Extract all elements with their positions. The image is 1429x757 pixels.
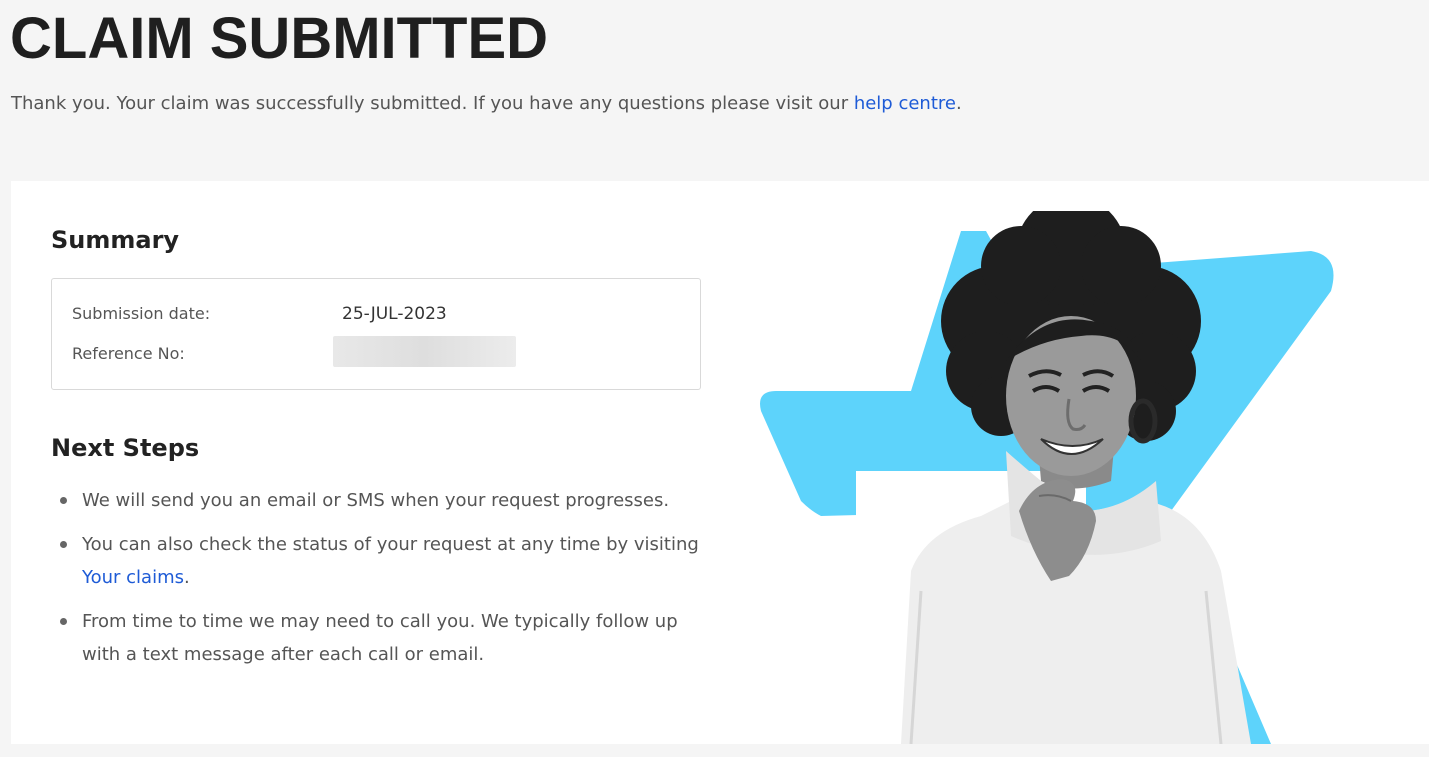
claim-card: Summary Submission date: 25-JUL-2023 Ref… xyxy=(11,181,1429,744)
list-item: We will send you an email or SMS when yo… xyxy=(51,484,711,517)
bullet-dot-icon xyxy=(60,541,67,548)
intro-end: . xyxy=(955,93,962,114)
reference-value-redacted xyxy=(333,336,516,367)
list-item: You can also check the status of your re… xyxy=(51,528,711,594)
submission-date-value: 25-JUL-2023 xyxy=(342,304,447,324)
help-centre-link[interactable]: help centre xyxy=(854,93,956,114)
next-steps-heading: Next Steps xyxy=(51,434,200,462)
step-text: We will send you an email or SMS when yo… xyxy=(82,490,670,511)
bullet-dot-icon xyxy=(60,618,67,625)
submission-date-label: Submission date: xyxy=(72,304,211,323)
list-item: From time to time we may need to call yo… xyxy=(51,605,711,671)
hero-illustration xyxy=(760,211,1334,744)
intro-text: Thank you. Your claim was successfully s… xyxy=(11,90,962,118)
step-text: From time to time we may need to call yo… xyxy=(82,611,678,665)
page-title: CLAIM SUBMITTED xyxy=(10,6,549,71)
step-end: . xyxy=(184,567,190,588)
bullet-dot-icon xyxy=(60,497,67,504)
your-claims-link[interactable]: Your claims xyxy=(82,567,184,588)
summary-box: Submission date: 25-JUL-2023 Reference N… xyxy=(51,278,701,390)
next-steps-list: We will send you an email or SMS when yo… xyxy=(51,484,711,682)
step-text: You can also check the status of your re… xyxy=(82,534,699,555)
reference-label: Reference No: xyxy=(72,344,185,363)
summary-heading: Summary xyxy=(51,226,180,254)
intro-message: Thank you. Your claim was successfully s… xyxy=(11,93,854,114)
